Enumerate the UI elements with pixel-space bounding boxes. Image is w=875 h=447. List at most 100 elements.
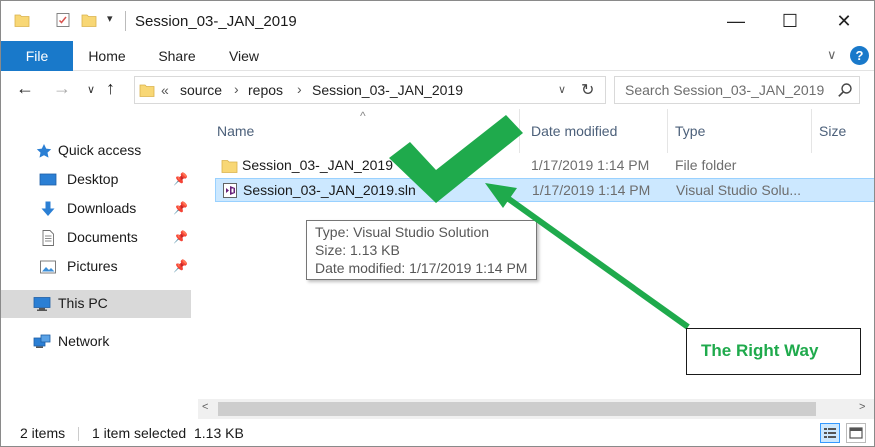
large-icons-view-button[interactable] (846, 423, 866, 443)
refresh-icon[interactable]: ↻ (581, 80, 594, 100)
sidebar-item-quick-access[interactable]: Quick access (1, 137, 191, 165)
expand-ribbon-icon[interactable]: ∨ (827, 47, 837, 63)
explorer-window: ▾ Session_03-_JAN_2019 — ☐ ✕ File Home S… (0, 0, 875, 447)
close-button[interactable]: ✕ (821, 1, 867, 41)
column-header-date-modified[interactable]: Date modified (531, 109, 661, 153)
vs-solution-icon (223, 183, 237, 198)
file-row-folder[interactable]: Session_03-_JAN_2019 1/17/2019 1:14 PM F… (215, 154, 874, 178)
navigation-pane: Quick access Desktop 📌 Downloads 📌 Docum… (1, 109, 198, 417)
star-icon (36, 144, 52, 158)
folder-icon (221, 160, 238, 173)
address-bar[interactable]: « source › repos › Session_03-_JAN_2019 … (134, 76, 606, 104)
status-selection-size: 1.13 KB (194, 425, 244, 441)
file-type: Visual Studio Solu... (676, 182, 802, 198)
recent-locations-icon[interactable]: ∨ (87, 83, 95, 96)
desktop-icon (39, 173, 57, 186)
sidebar-item-downloads[interactable]: Downloads 📌 (1, 195, 191, 223)
file-date-modified: 1/17/2019 1:14 PM (532, 182, 651, 198)
folder-icon (139, 84, 155, 97)
column-header-label: Type (675, 123, 706, 139)
search-input[interactable] (625, 82, 825, 98)
column-divider[interactable] (667, 109, 668, 153)
pin-icon[interactable]: 📌 (173, 259, 188, 273)
chevron-right-icon[interactable]: › (234, 81, 239, 97)
sidebar-item-label: Network (58, 333, 110, 349)
toolbar-divider (125, 11, 126, 31)
address-dropdown-icon[interactable]: ∨ (558, 83, 566, 96)
column-header-label: Date modified (531, 123, 618, 139)
tab-file[interactable]: File (1, 41, 73, 71)
pin-icon[interactable]: 📌 (173, 172, 188, 186)
column-header-label: Name (217, 123, 255, 139)
breadcrumb-repos[interactable]: repos (248, 82, 283, 98)
sidebar-item-label: This PC (58, 295, 108, 311)
address-row: ← → ∨ ↑ « source › repos › Session_03-_J… (1, 72, 874, 108)
pictures-icon (40, 260, 56, 274)
details-view-icon (824, 428, 836, 438)
search-icon[interactable] (837, 82, 853, 98)
documents-icon (42, 230, 54, 246)
sidebar-item-label: Documents (67, 229, 138, 245)
pin-icon[interactable]: 📌 (173, 201, 188, 215)
file-tooltip: Type: Visual Studio Solution Size: 1.13 … (306, 220, 537, 280)
breadcrumb-source[interactable]: source (180, 82, 222, 98)
tooltip-date: Date modified: 1/17/2019 1:14 PM (315, 260, 528, 276)
sidebar-item-network[interactable]: Network (1, 328, 191, 356)
ribbon-tabs: File Home Share View ∨ ? (1, 41, 874, 71)
maximize-button[interactable]: ☐ (767, 1, 813, 41)
file-name: Session_03-_JAN_2019 (242, 157, 393, 173)
search-box[interactable] (614, 76, 860, 104)
scroll-left-icon[interactable]: < (202, 401, 208, 413)
sidebar-item-this-pc[interactable]: This PC (1, 290, 191, 318)
tab-home[interactable]: Home (73, 41, 141, 71)
column-divider[interactable] (519, 109, 520, 153)
horizontal-scrollbar[interactable]: < > (198, 399, 874, 419)
annotation-label: The Right Way (701, 341, 819, 360)
tab-view[interactable]: View (215, 41, 273, 71)
window-title: Session_03-_JAN_2019 (135, 13, 297, 30)
status-item-count: 2 items (20, 425, 66, 441)
folder-icon[interactable] (14, 12, 30, 28)
status-selection: 1 item selected (92, 425, 187, 441)
up-button[interactable]: ↑ (106, 78, 115, 99)
file-type: File folder (675, 157, 737, 173)
sidebar-item-pictures[interactable]: Pictures 📌 (1, 253, 191, 281)
column-header-label: Size (819, 123, 847, 139)
tab-share[interactable]: Share (149, 41, 205, 71)
annotation-callout: The Right Way (686, 328, 861, 375)
column-header-size[interactable]: Size (819, 109, 869, 153)
sidebar-item-desktop[interactable]: Desktop 📌 (1, 166, 191, 194)
help-icon[interactable]: ? (850, 46, 869, 65)
new-folder-icon[interactable] (81, 12, 97, 28)
sidebar-item-label: Quick access (58, 142, 142, 158)
scroll-right-icon[interactable]: > (859, 401, 865, 413)
details-view-button[interactable] (820, 423, 840, 443)
status-divider (78, 427, 79, 441)
large-icons-view-icon (849, 427, 863, 439)
status-bar: 2 items 1 item selected 1.13 KB (1, 419, 874, 446)
title-bar: ▾ Session_03-_JAN_2019 — ☐ ✕ (1, 1, 874, 41)
column-header-name[interactable]: Name (216, 109, 516, 153)
minimize-button[interactable]: — (713, 1, 759, 41)
downloads-icon (41, 201, 55, 216)
tooltip-size: Size: 1.13 KB (315, 242, 400, 258)
file-name: Session_03-_JAN_2019.sln (243, 182, 416, 198)
scrollbar-thumb[interactable] (218, 402, 816, 416)
sidebar-item-label: Desktop (67, 171, 119, 187)
customize-toolbar-dropdown-icon[interactable]: ▾ (107, 12, 113, 25)
properties-icon[interactable] (55, 12, 71, 28)
forward-button[interactable]: → (53, 78, 71, 99)
column-header-type[interactable]: Type (675, 109, 805, 153)
breadcrumb-overflow[interactable]: « (161, 82, 169, 98)
computer-icon (33, 297, 51, 311)
back-button[interactable]: ← (16, 78, 34, 99)
breadcrumb-current[interactable]: Session_03-_JAN_2019 (312, 82, 463, 98)
chevron-right-icon[interactable]: › (297, 81, 302, 97)
pin-icon[interactable]: 📌 (173, 230, 188, 244)
file-row-solution[interactable]: Session_03-_JAN_2019.sln 1/17/2019 1:14 … (215, 178, 874, 202)
sidebar-item-label: Downloads (67, 200, 137, 216)
file-date-modified: 1/17/2019 1:14 PM (531, 157, 650, 173)
network-icon (33, 334, 51, 348)
column-divider[interactable] (811, 109, 812, 153)
sidebar-item-documents[interactable]: Documents 📌 (1, 224, 191, 252)
